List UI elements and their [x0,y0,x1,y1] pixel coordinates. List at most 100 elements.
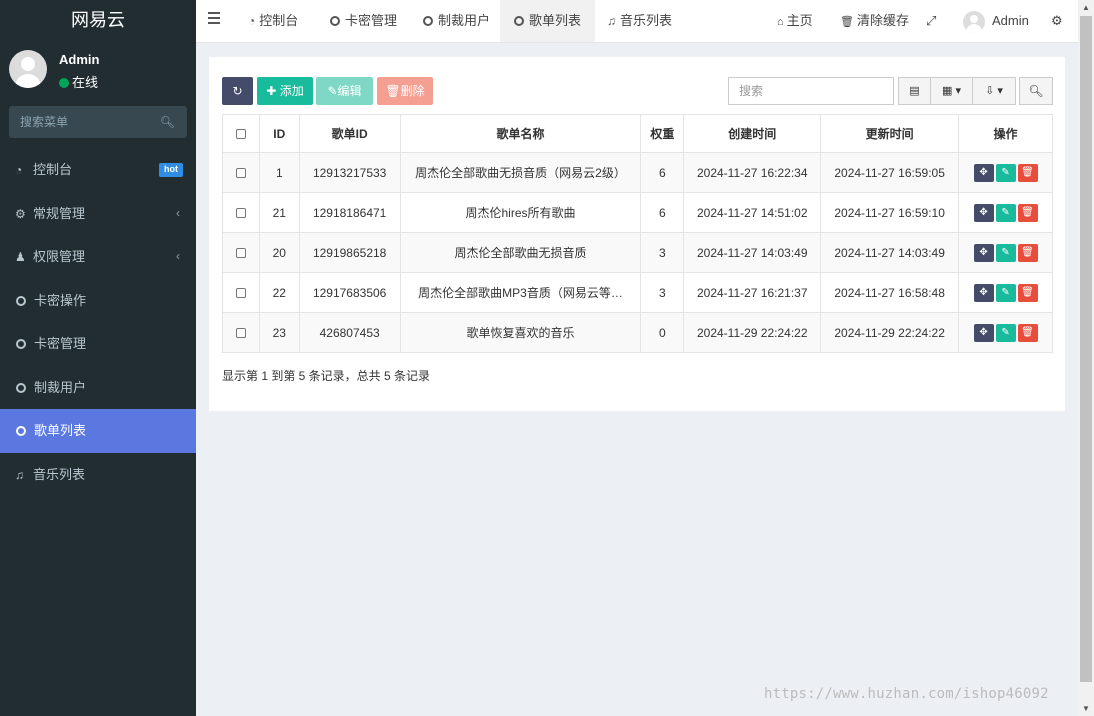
cell-weight: 0 [640,312,685,353]
search-button[interactable]: 🔍︎ [1019,77,1053,105]
cell-updated: 2024-11-27 16:59:05 [820,152,960,193]
column-header-id[interactable]: ID [258,114,300,153]
circle-icon [16,382,26,393]
scroll-up-icon[interactable]: ▲ [1082,3,1090,12]
edit-pencil-icon[interactable]: ✎ [995,203,1016,222]
cell-actions: ✥ ✎ 🗑︎ [958,192,1053,233]
row-select-cell [222,232,260,273]
dashboard-icon: ◔ [15,163,23,177]
row-checkbox[interactable] [235,327,246,338]
delete-trash-icon[interactable]: 🗑︎ [1017,243,1038,262]
edit-pencil-icon[interactable]: ✎ [995,323,1016,342]
table-row[interactable]: 1 12913217533 周杰伦全部歌曲无损音质（网易云2级） 6 2024-… [222,152,1053,193]
edit-pencil-icon[interactable]: ✎ [995,283,1016,302]
menu-toggle-icon[interactable] [208,12,220,27]
drag-move-icon[interactable]: ✥ [973,203,994,222]
column-header-created[interactable]: 创建时间 [683,114,822,153]
cell-updated: 2024-11-29 22:24:22 [820,312,960,353]
columns-dropdown-icon[interactable]: ▦ ▾ [931,78,973,104]
cell-id: 22 [258,272,300,313]
delete-trash-icon[interactable]: 🗑︎ [1017,203,1038,222]
delete-trash-icon[interactable]: 🗑︎ [1017,283,1038,302]
tab-sanctioned-users[interactable]: 制裁用户 [409,0,504,42]
table-row[interactable]: 23 426807453 歌单恢复喜欢的音乐 0 2024-11-29 22:2… [222,312,1053,353]
row-checkbox[interactable] [235,287,246,298]
cell-actions: ✥ ✎ 🗑︎ [958,152,1053,193]
toggle-view-icon[interactable]: ▤ [899,78,931,104]
search-icon[interactable]: 🔍︎ [160,115,175,129]
column-header-playlist-id[interactable]: 歌单ID [298,114,401,153]
row-checkbox[interactable] [235,167,246,178]
user-avatar [9,50,47,88]
scroll-down-icon[interactable]: ▼ [1082,704,1090,713]
circle-icon [423,16,433,26]
table-row[interactable]: 21 12918186471 周杰伦hires所有歌曲 6 2024-11-27… [222,192,1053,233]
cogs-icon: ⚙ [15,206,26,221]
topbar-user-name[interactable]: Admin [992,0,1029,42]
sidebar-item-playlists[interactable]: 歌单列表 [0,409,196,453]
fullscreen-icon[interactable]: ⤢ [926,0,936,42]
sidebar-item-dashboard[interactable]: ◔ 控制台 hot [0,148,196,192]
menu-search-input[interactable] [9,106,149,138]
user-avatar-small[interactable] [963,11,985,33]
table-search-input[interactable] [728,77,894,105]
add-button[interactable]: ✚ 添加 [257,77,313,105]
row-checkbox[interactable] [235,247,246,258]
brand-logo[interactable]: 网易云 [0,0,196,42]
clear-cache-button[interactable]: 🗑︎ 清除缓存 [840,0,909,42]
row-checkbox[interactable] [235,207,246,218]
refresh-icon: ↻ [232,84,243,98]
delete-trash-icon[interactable]: 🗑︎ [1017,323,1038,342]
column-header-updated[interactable]: 更新时间 [820,114,960,153]
edit-pencil-icon[interactable]: ✎ [995,163,1016,182]
cell-actions: ✥ ✎ 🗑︎ [958,312,1053,353]
table-row[interactable]: 20 12919865218 周杰伦全部歌曲无损音质 3 2024-11-27 … [222,232,1053,273]
edit-button[interactable]: ✎编辑 [316,77,373,105]
sidebar-item-card-operation[interactable]: 卡密操作 [0,279,196,323]
drag-move-icon[interactable]: ✥ [973,283,994,302]
column-header-weight[interactable]: 权重 [640,114,685,153]
home-icon: ⌂ [777,16,784,28]
vertical-scrollbar[interactable]: ▲ ▼ [1078,0,1094,716]
scrollbar-thumb[interactable] [1080,16,1092,682]
cell-playlist-name: 歌单恢复喜欢的音乐 [399,312,642,353]
row-select-cell [222,272,260,313]
user-status: 在线 [59,72,98,91]
refresh-button[interactable]: ↻ [222,77,253,105]
cell-playlist-id: 12913217533 [298,152,401,193]
tab-music[interactable]: ♫ 音乐列表 [593,0,686,42]
tab-card-management[interactable]: 卡密管理 [316,0,411,42]
dashboard-icon: ◔ [248,14,256,28]
hot-badge: hot [159,163,183,177]
cell-id: 20 [258,232,300,273]
chevron-left-icon: ‹ [176,205,180,220]
tab-dashboard[interactable]: ◔ 控制台 [234,0,312,42]
sidebar-item-music[interactable]: ♫ 音乐列表 [0,453,196,497]
circle-icon [16,426,26,436]
drag-move-icon[interactable]: ✥ [973,163,994,182]
sidebar-item-permissions[interactable]: ♟ 权限管理 ‹ [0,235,196,279]
drag-move-icon[interactable]: ✥ [973,243,994,262]
circle-icon [330,16,340,26]
settings-gear-icon[interactable]: ⚙ [1051,0,1063,42]
sidebar-item-card-management[interactable]: 卡密管理 [0,322,196,366]
tab-playlists[interactable]: 歌单列表 [500,0,596,42]
table-row[interactable]: 22 12917683506 周杰伦全部歌曲MP3音质（网易云等… 3 2024… [222,272,1053,313]
export-dropdown-icon[interactable]: ⇩ ▾ [973,78,1015,104]
cell-weight: 3 [640,232,685,273]
delete-trash-icon[interactable]: 🗑︎ [1017,163,1038,182]
drag-move-icon[interactable]: ✥ [973,323,994,342]
home-link[interactable]: ⌂ 主页 [777,0,813,42]
cell-actions: ✥ ✎ 🗑︎ [958,232,1053,273]
table-tools-group: ▤ ▦ ▾ ⇩ ▾ [898,77,1016,105]
cell-id: 1 [258,152,300,193]
column-header-playlist-name[interactable]: 歌单名称 [399,114,642,153]
sidebar-item-sanctioned-users[interactable]: 制裁用户 [0,366,196,410]
circle-icon [16,295,26,306]
online-dot-icon [59,78,69,88]
sidebar-item-general[interactable]: ⚙ 常规管理 ‹ [0,192,196,236]
cell-weight: 6 [640,152,685,193]
edit-pencil-icon[interactable]: ✎ [995,243,1016,262]
delete-button[interactable]: 🗑︎删除 [377,77,433,105]
select-all-checkbox[interactable] [235,128,246,139]
